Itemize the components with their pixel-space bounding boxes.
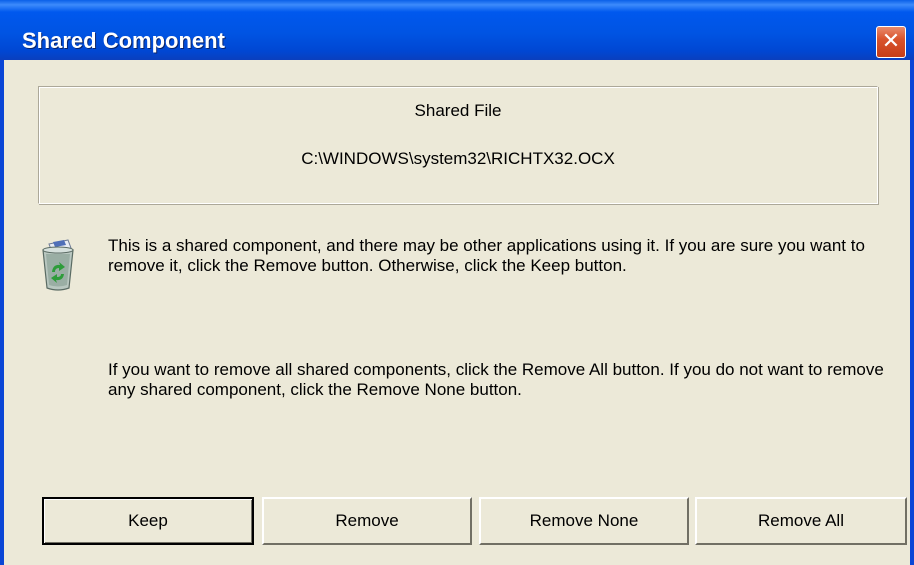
shared-component-dialog: Shared Component ✕ Shared File C:\WINDOW… <box>0 0 914 565</box>
shared-file-path: C:\WINDOWS\system32\RICHTX32.OCX <box>301 149 615 168</box>
keep-button[interactable]: Keep <box>42 497 254 545</box>
close-icon: ✕ <box>881 29 901 54</box>
shared-file-heading: Shared File <box>414 101 502 120</box>
window-title: Shared Component <box>22 28 225 53</box>
shared-component-warning: This is a shared component, and there ma… <box>108 236 865 275</box>
close-button[interactable]: ✕ <box>876 26 906 58</box>
remove-all-instructions: If you want to remove all shared compone… <box>108 360 884 399</box>
remove-all-button[interactable]: Remove All <box>695 497 907 545</box>
title-bar[interactable]: Shared Component ✕ <box>0 0 914 60</box>
shared-file-group: Shared File C:\WINDOWS\system32\RICHTX32… <box>38 86 878 204</box>
remove-button[interactable]: Remove <box>262 497 472 545</box>
remove-none-button[interactable]: Remove None <box>479 497 689 545</box>
recycle-bin-icon <box>42 239 74 291</box>
